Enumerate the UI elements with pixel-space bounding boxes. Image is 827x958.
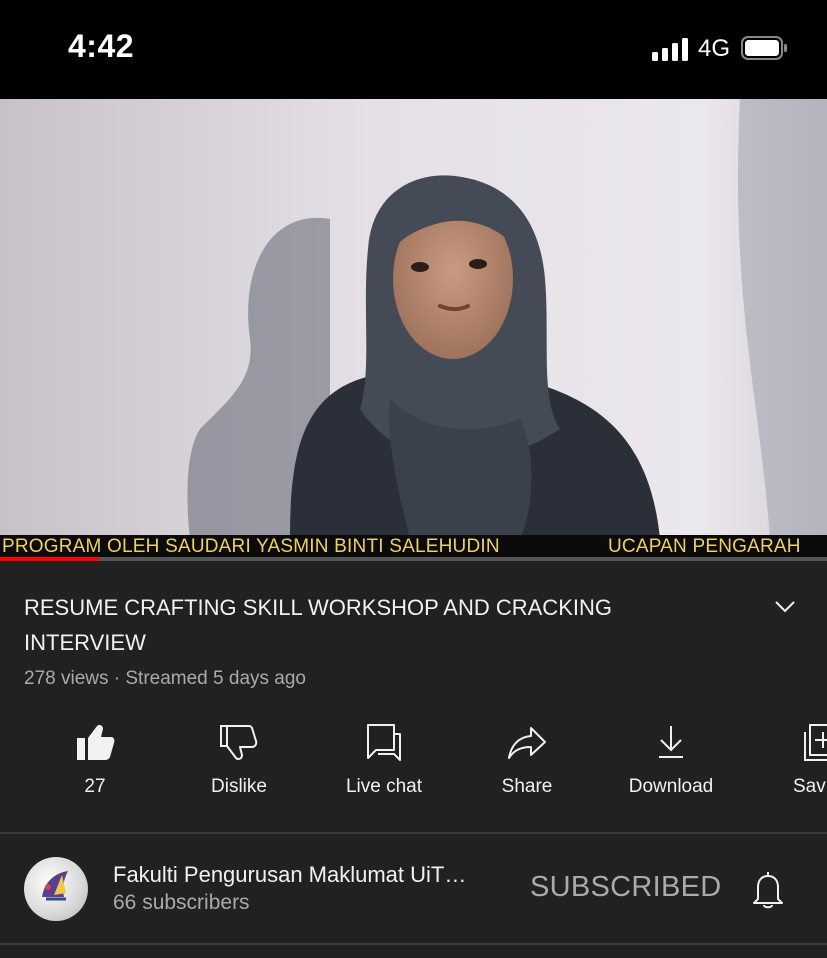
chevron-down-icon[interactable] [774,600,796,614]
action-bar: 27 Dislike Live chat Share Download Sav [0,722,827,812]
network-type: 4G [698,35,731,62]
subscriber-count: 66 subscribers [113,891,250,914]
channel-logo-icon [42,871,68,901]
ticker-text-left: PROGRAM OLEH SAUDARI YASMIN BINTI SALEHU… [2,536,500,557]
share-label: Share [501,776,553,797]
avatar[interactable] [24,857,88,921]
channel-name[interactable]: Fakulti Pengurusan Maklumat UiT… [113,862,466,888]
video-title-line1: RESUME CRAFTING SKILL WORKSHOP AND CRACK… [24,595,612,620]
live-chat-label: Live chat [345,776,423,797]
live-chat-icon [367,724,401,761]
thumbs-down-icon [220,725,258,760]
video-frame [0,99,827,539]
news-ticker: PROGRAM OLEH SAUDARI YASMIN BINTI SALEHU… [0,535,827,557]
video-title-line2: INTERVIEW [24,630,146,655]
bell-icon[interactable] [750,869,786,909]
battery-icon [741,36,787,60]
like-button[interactable]: 27 [35,722,155,812]
dislike-button[interactable]: Dislike [179,722,299,812]
save-icon [804,724,827,761]
share-icon [508,727,546,759]
download-label: Download [628,776,714,797]
download-icon [659,726,683,758]
save-button[interactable]: Sav [757,722,827,812]
video-meta: 278 views · Streamed 5 days ago [24,668,306,689]
thumbs-up-icon [77,725,115,760]
live-chat-button[interactable]: Live chat [324,722,444,812]
save-label: Sav [793,776,826,797]
like-count: 27 [84,776,106,797]
dislike-label: Dislike [211,776,267,797]
clock: 4:42 [68,28,135,64]
subscribed-button[interactable]: SUBSCRIBED [530,871,722,904]
status-bar: 4:42 4G [0,0,827,99]
video-player[interactable]: PROGRAM OLEH SAUDARI YASMIN BINTI SALEHU… [0,99,827,561]
channel-row[interactable]: Fakulti Pengurusan Maklumat UiT… 66 subs… [0,835,827,943]
progress-fill [0,557,100,561]
ticker-text-right: UCAPAN PENGARAH [608,536,801,557]
video-title[interactable]: RESUME CRAFTING SKILL WORKSHOP AND CRACK… [24,590,664,660]
download-button[interactable]: Download [611,722,731,812]
divider [0,943,827,945]
progress-bar[interactable] [0,557,827,561]
share-button[interactable]: Share [467,722,587,812]
signal-icon [652,37,690,61]
divider [0,832,827,834]
